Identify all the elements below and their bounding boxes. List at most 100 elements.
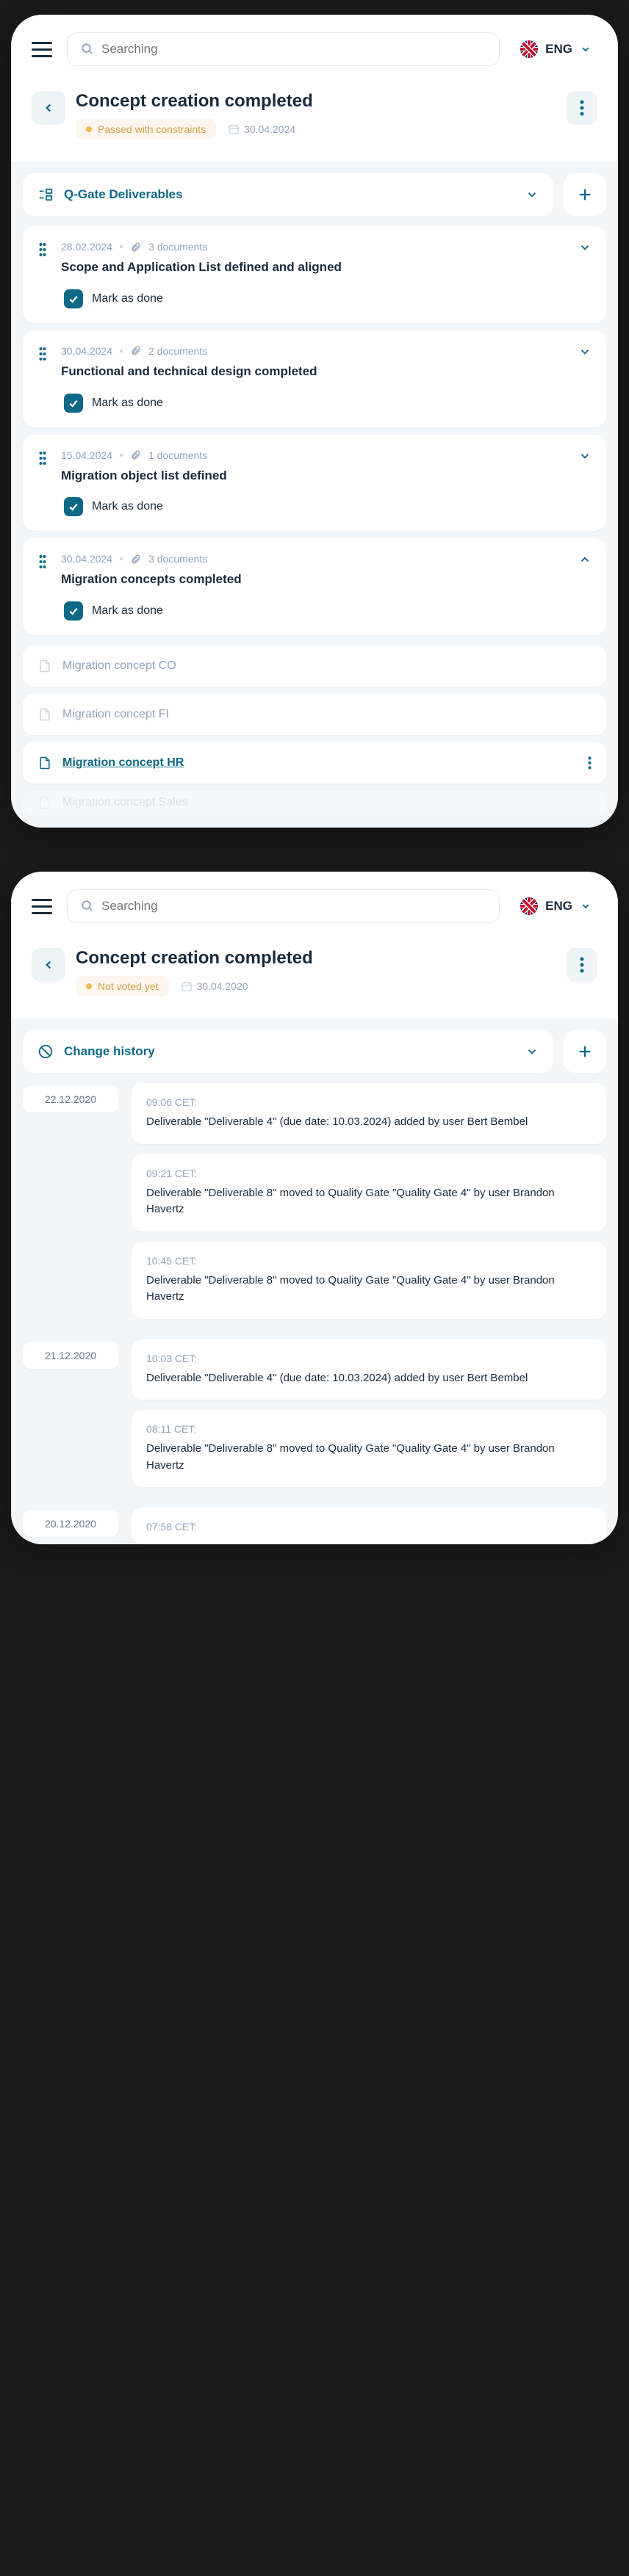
history-time: 10:03 CET: — [146, 1353, 592, 1364]
menu-button[interactable] — [32, 42, 52, 57]
search-box[interactable] — [67, 32, 500, 66]
history-item: 10:45 CET: Deliverable "Deliverable 8" m… — [132, 1242, 606, 1319]
history-group: 20.12.2020 07:58 CET: — [23, 1508, 606, 1544]
history-item: 09:21 CET: Deliverable "Deliverable 8" m… — [132, 1154, 606, 1231]
section-toggle[interactable]: Q-Gate Deliverables — [23, 173, 553, 216]
dots-vertical-icon — [580, 957, 584, 973]
plus-icon — [577, 187, 593, 203]
add-button[interactable] — [564, 173, 606, 216]
page-title: Concept creation completed — [76, 948, 556, 969]
expand-button[interactable] — [578, 241, 592, 254]
add-button[interactable] — [564, 1030, 606, 1073]
card-title: Functional and technical design complete… — [61, 363, 565, 380]
back-button[interactable] — [32, 91, 65, 125]
history-time: 09:06 CET: — [146, 1096, 592, 1108]
expand-button[interactable] — [578, 553, 592, 566]
card-meta: 30.04.2024 3 documents — [61, 553, 565, 565]
drag-handle[interactable] — [37, 553, 48, 571]
chevron-left-icon — [42, 958, 55, 972]
card-date: 30.04.2024 — [61, 345, 112, 357]
attachment-icon — [130, 554, 141, 565]
history-time: 08:11 CET: — [146, 1423, 592, 1435]
app-header: ENG — [11, 15, 618, 84]
menu-button[interactable] — [32, 899, 52, 914]
attachment-icon — [130, 242, 141, 253]
attachment-icon — [130, 449, 141, 460]
list-icon — [37, 187, 54, 203]
drag-handle[interactable] — [37, 241, 48, 258]
search-icon — [81, 900, 94, 913]
search-input[interactable] — [101, 899, 486, 913]
back-button[interactable] — [32, 948, 65, 982]
document-icon — [37, 756, 52, 770]
mark-done-label: Mark as done — [92, 500, 163, 513]
card-meta: 30.04.2024 2 documents — [61, 345, 565, 357]
history-time: 07:58 CET: — [146, 1521, 592, 1533]
mark-done-label: Mark as done — [92, 397, 163, 410]
history-item: 08:11 CET: Deliverable "Deliverable 8" m… — [132, 1410, 606, 1487]
sub-item-more[interactable] — [588, 756, 592, 770]
card-meta: 28.02.2024 3 documents — [61, 241, 565, 253]
section-title: Q-Gate Deliverables — [64, 187, 515, 202]
drag-handle[interactable] — [37, 449, 48, 467]
status-text: Passed with constraints — [98, 123, 206, 135]
done-checkbox[interactable] — [64, 497, 83, 516]
mark-done-row: Mark as done — [64, 289, 592, 308]
status-badge: Not voted yet — [76, 976, 169, 996]
search-box[interactable] — [67, 889, 500, 923]
deliverable-card: 30.04.2024 2 documents Functional and te… — [23, 330, 606, 427]
sub-item-title: Migration concept FI — [62, 708, 592, 721]
attachment-icon — [130, 345, 141, 356]
section-toggle[interactable]: Change history — [23, 1030, 553, 1073]
mark-done-row: Mark as done — [64, 601, 592, 621]
sub-item[interactable]: Migration concept HR — [23, 742, 606, 784]
history-text: Deliverable "Deliverable 4" (due date: 1… — [146, 1370, 592, 1387]
page-title: Concept creation completed — [76, 91, 556, 112]
sub-item[interactable]: Migration concept FI — [23, 694, 606, 735]
language-selector[interactable]: ENG — [514, 891, 597, 921]
drag-handle[interactable] — [37, 345, 48, 363]
chevron-down-icon — [580, 900, 592, 912]
language-selector[interactable]: ENG — [514, 35, 597, 64]
sub-item[interactable]: Migration concept Sales — [23, 791, 606, 816]
date-value: 30.04.2020 — [197, 980, 248, 992]
expand-button[interactable] — [578, 345, 592, 358]
card-date: 15.04.2024 — [61, 449, 112, 461]
more-options-button[interactable] — [567, 948, 597, 982]
expand-button[interactable] — [578, 449, 592, 463]
status-dot-icon — [86, 126, 92, 132]
history-group: 21.12.2020 10:03 CET: Deliverable "Deliv… — [23, 1339, 606, 1508]
card-title: Migration object list defined — [61, 467, 565, 485]
more-options-button[interactable] — [567, 91, 597, 125]
sub-item-title[interactable]: Migration concept HR — [62, 756, 578, 770]
chevron-down-icon — [525, 1045, 539, 1058]
card-docs: 1 documents — [148, 449, 207, 461]
language-label: ENG — [545, 899, 572, 913]
page-title-section: Concept creation completed Passed with c… — [11, 84, 618, 162]
card-title: Migration concepts completed — [61, 571, 565, 588]
card-title: Scope and Application List defined and a… — [61, 258, 565, 276]
deliverable-card: 15.04.2024 1 documents Migration object … — [23, 435, 606, 532]
done-checkbox[interactable] — [64, 394, 83, 413]
history-date: 20.12.2020 — [23, 1510, 118, 1537]
history-text: Deliverable "Deliverable 4" (due date: 1… — [146, 1114, 592, 1131]
language-label: ENG — [545, 42, 572, 57]
mark-done-row: Mark as done — [64, 497, 592, 516]
document-icon — [37, 707, 52, 722]
sub-item-title: Migration concept Sales — [62, 796, 592, 809]
done-checkbox[interactable] — [64, 289, 83, 308]
history-group: 22.12.2020 09:06 CET: Deliverable "Deliv… — [23, 1083, 606, 1339]
sub-item[interactable]: Migration concept CO — [23, 645, 606, 687]
sub-item-title: Migration concept CO — [62, 659, 592, 673]
card-docs: 3 documents — [148, 241, 207, 253]
prohibit-icon — [37, 1043, 54, 1060]
status-text: Not voted yet — [98, 980, 159, 992]
screen-history: ENG Concept creation completed Not voted… — [11, 872, 618, 1544]
history-date: 22.12.2020 — [23, 1086, 118, 1112]
date-value: 30.04.2024 — [244, 123, 295, 135]
done-checkbox[interactable] — [64, 601, 83, 621]
search-input[interactable] — [101, 42, 486, 57]
history-date: 21.12.2020 — [23, 1342, 118, 1369]
date-meta: 30.04.2024 — [228, 123, 295, 135]
deliverable-card: 30.04.2024 3 documents Migration concept… — [23, 538, 606, 635]
